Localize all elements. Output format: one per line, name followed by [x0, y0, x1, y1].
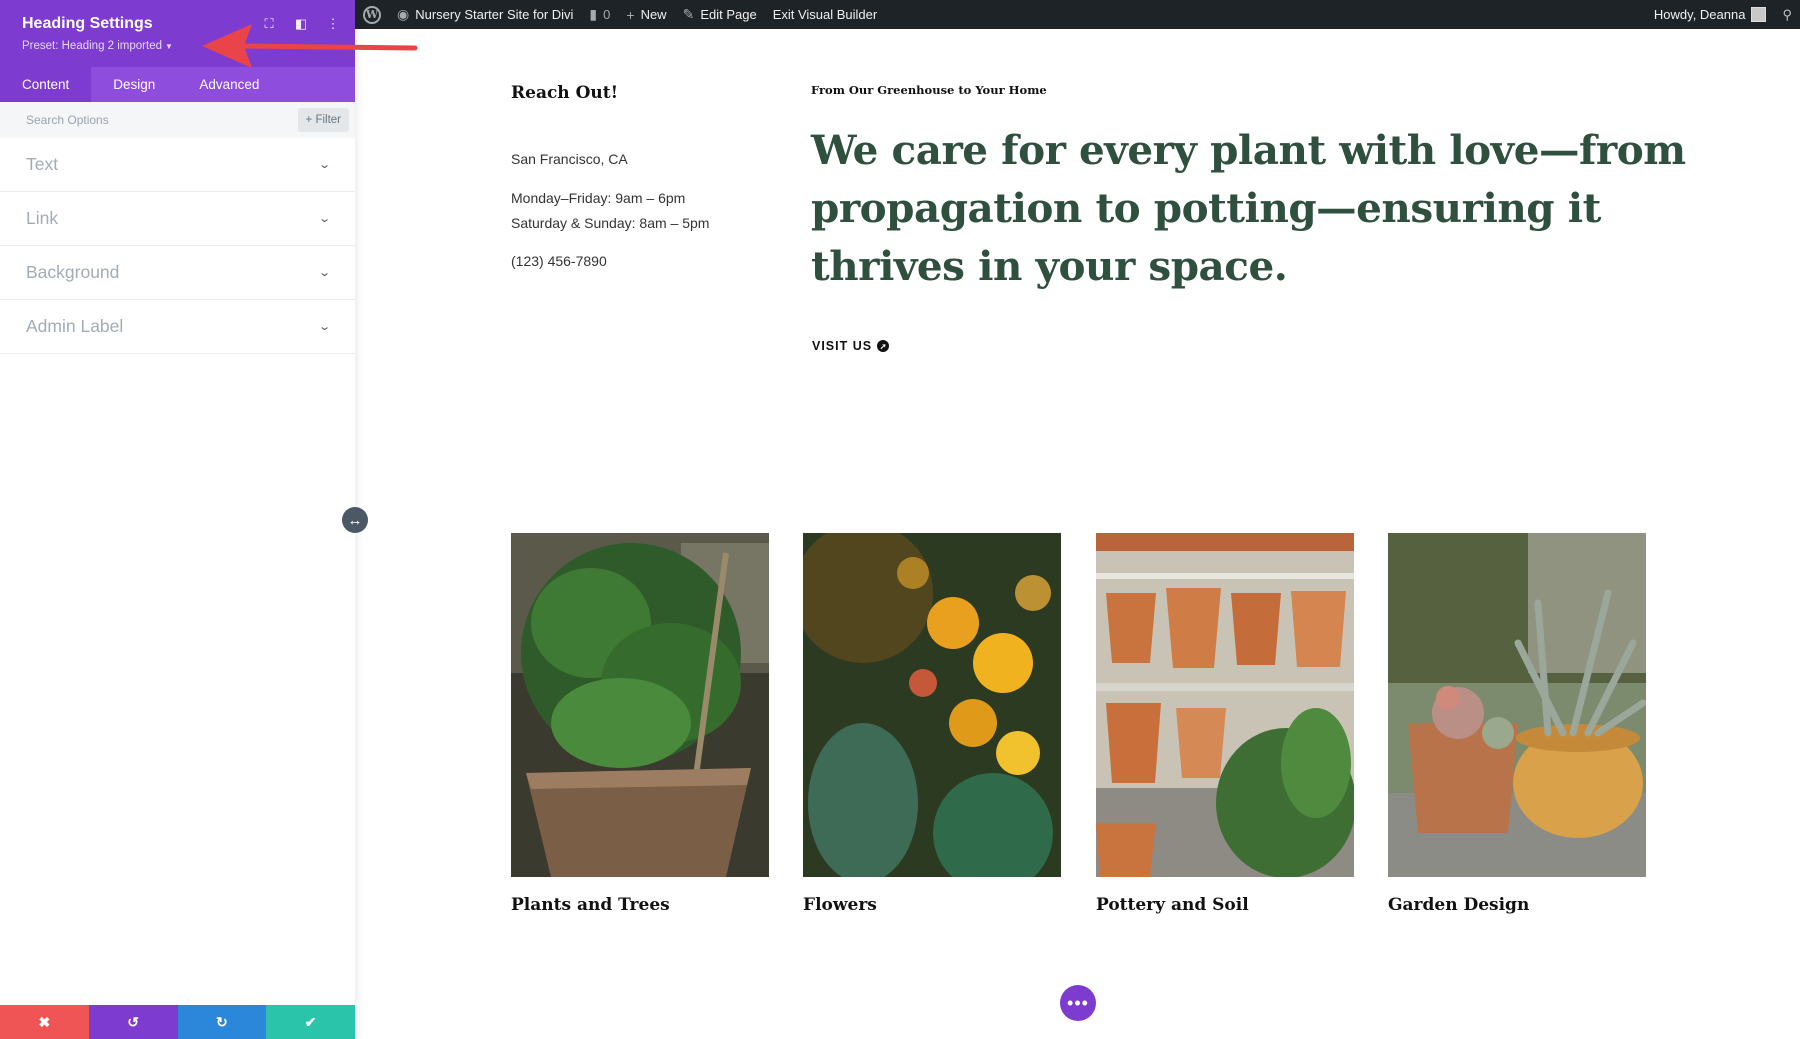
comments-count: 0: [603, 7, 610, 22]
cancel-button[interactable]: ✖: [0, 1005, 89, 1039]
wordpress-logo-icon: W: [363, 6, 381, 24]
comment-icon: ▮: [589, 6, 597, 23]
card-title: Plants and Trees: [511, 895, 769, 915]
plus-icon: +: [626, 7, 634, 23]
arrow-circle-icon: ➚: [877, 340, 889, 352]
greeting: Howdy, Deanna: [1654, 7, 1746, 22]
search-options-input[interactable]: [26, 113, 298, 127]
plants-trees-image: [511, 533, 769, 877]
tab-design[interactable]: Design: [91, 67, 177, 102]
redo-icon: ↻: [216, 1014, 228, 1031]
search-icon: ⚲: [1782, 7, 1792, 23]
wp-admin-bar: W ◉Nursery Starter Site for Divi ▮0 +New…: [355, 0, 1800, 29]
edit-page-label: Edit Page: [700, 7, 756, 22]
category-card-flowers[interactable]: Flowers: [803, 533, 1061, 915]
toggle-link[interactable]: Link ⌄: [0, 192, 355, 246]
caret-down-icon: ▼: [165, 42, 173, 51]
site-name: Nursery Starter Site for Divi: [415, 7, 573, 22]
close-icon: ✖: [39, 1014, 51, 1031]
save-button[interactable]: ✔: [266, 1005, 355, 1039]
toggle-background[interactable]: Background ⌄: [0, 246, 355, 300]
tab-advanced[interactable]: Advanced: [177, 67, 281, 102]
search-row: + Filter: [0, 102, 355, 138]
new-label: New: [641, 7, 667, 22]
pottery-soil-image: [1096, 533, 1354, 877]
annotation-arrow: [200, 22, 420, 72]
ellipsis-icon: •••: [1067, 993, 1089, 1014]
potted-tree-illustration: [511, 533, 769, 877]
succulent-pots-illustration: [1388, 533, 1646, 877]
hours-weekday-text: Monday–Friday: 9am – 6pm: [511, 190, 685, 206]
admin-search-button[interactable]: ⚲: [1774, 0, 1800, 29]
visit-us-label: VISIT US: [812, 339, 872, 353]
category-card-pottery[interactable]: Pottery and Soil: [1096, 533, 1354, 915]
panel-footer: ✖ ↺ ↻ ✔: [0, 1005, 355, 1039]
clay-pots-illustration: [1096, 533, 1354, 877]
garden-design-image: [1388, 533, 1646, 877]
dashboard-icon: ◉: [397, 6, 409, 23]
toggle-admin-label[interactable]: Admin Label ⌄: [0, 300, 355, 354]
flowers-illustration: [803, 533, 1061, 877]
toggle-text[interactable]: Text ⌄: [0, 138, 355, 192]
toggle-label: Text: [26, 154, 58, 175]
edit-page-link[interactable]: ✎ Edit Page: [675, 0, 765, 29]
panel-resize-handle[interactable]: ↔: [342, 507, 368, 533]
chevron-down-icon: ⌄: [318, 320, 331, 333]
phone-text: (123) 456-7890: [511, 253, 607, 269]
comments-link[interactable]: ▮0: [581, 0, 618, 29]
tab-content[interactable]: Content: [0, 67, 91, 102]
preset-label: Preset: Heading 2 imported: [22, 40, 162, 52]
new-content-link[interactable]: + New: [618, 0, 674, 29]
location-text: San Francisco, CA: [511, 151, 628, 167]
eyebrow-text: From Our Greenhouse to Your Home: [811, 83, 1047, 97]
toggle-label: Link: [26, 208, 58, 229]
exit-visual-builder-link[interactable]: Exit Visual Builder: [765, 0, 886, 29]
card-title: Pottery and Soil: [1096, 895, 1354, 915]
reach-out-heading[interactable]: Reach Out!: [511, 83, 618, 103]
flowers-image: [803, 533, 1061, 877]
page-canvas: Reach Out! San Francisco, CA Monday–Frid…: [355, 29, 1800, 1039]
toggle-label: Background: [26, 262, 119, 283]
chevron-down-icon: ⌄: [318, 158, 331, 171]
heading-settings-panel: Heading Settings Preset: Heading 2 impor…: [0, 0, 355, 1039]
toggle-label: Admin Label: [26, 316, 123, 337]
builder-more-button[interactable]: •••: [1060, 985, 1096, 1021]
chevron-down-icon: ⌄: [318, 266, 331, 279]
check-icon: ✔: [305, 1014, 317, 1031]
hours-weekend-text: Saturday & Sunday: 8am – 5pm: [511, 215, 709, 231]
card-title: Garden Design: [1388, 895, 1646, 915]
category-card-plants[interactable]: Plants and Trees: [511, 533, 769, 915]
filter-button[interactable]: + Filter: [298, 108, 349, 132]
redo-button[interactable]: ↻: [178, 1005, 267, 1039]
panel-tabs: Content Design Advanced: [0, 67, 355, 102]
undo-button[interactable]: ↺: [89, 1005, 178, 1039]
card-title: Flowers: [803, 895, 1061, 915]
pencil-icon: ✎: [683, 6, 695, 23]
visit-us-link[interactable]: VISIT US ➚: [812, 339, 889, 353]
undo-icon: ↺: [127, 1014, 139, 1031]
exit-builder-label: Exit Visual Builder: [773, 7, 878, 22]
category-card-garden-design[interactable]: Garden Design: [1388, 533, 1646, 915]
avatar: [1751, 7, 1766, 22]
account-menu[interactable]: Howdy, Deanna: [1646, 0, 1775, 29]
chevron-down-icon: ⌄: [318, 212, 331, 225]
resize-arrows-icon: ↔: [348, 512, 363, 529]
main-headline[interactable]: We care for every plant with love—from p…: [811, 121, 1691, 295]
